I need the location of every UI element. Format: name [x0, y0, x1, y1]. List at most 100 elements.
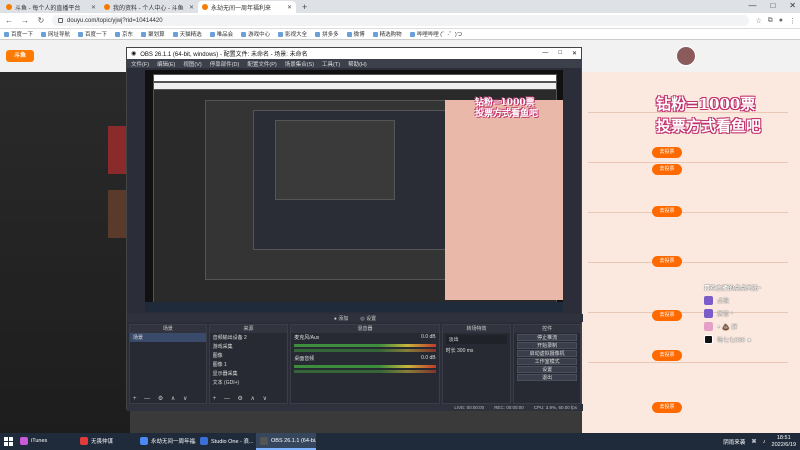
volume-meter: [294, 365, 436, 368]
bookmark-icon: [4, 31, 9, 37]
bookmark-icon: [372, 31, 378, 37]
source-item[interactable]: 音频输出设备 2: [210, 333, 288, 342]
menu-dots-icon[interactable]: ⋮: [789, 17, 796, 25]
new-tab-button[interactable]: +: [296, 2, 313, 13]
vote-button[interactable]: 去投票: [652, 402, 682, 413]
browser-tab-active[interactable]: 永劫无间一周年福利来 ✕: [198, 1, 296, 13]
scene-controls[interactable]: + — ⚙ ∧ ∨: [133, 395, 190, 402]
bookmark-item[interactable]: 聚划算: [141, 30, 165, 38]
settings-button[interactable]: ◎ 设置: [360, 315, 376, 322]
network-icon[interactable]: ⌘: [751, 439, 757, 445]
bookmark-item[interactable]: 网址导航: [41, 30, 70, 38]
virtual-camera-button[interactable]: 启动虚拟摄像机: [517, 350, 578, 357]
source-item[interactable]: 文本 (GDI+): [210, 378, 288, 387]
controls-dock: 控件 停止推流 开始录制 启动虚拟摄像机 工作室模式 设置 退出: [513, 324, 582, 404]
obs-close-button[interactable]: ✕: [572, 50, 577, 57]
source-item[interactable]: 游戏采集: [210, 342, 288, 351]
bookmark-item[interactable]: 京东: [115, 30, 133, 38]
taskbar-item[interactable]: iTunes: [16, 433, 76, 450]
browser-tab-bar: 斗鱼 - 每个人的直播平台 ✕ 我的资料 - 个人中心 - 斗鱼 ✕ 永劫无间一周年…: [0, 0, 800, 13]
windows-logo-icon: [3, 437, 13, 446]
bookmark-item[interactable]: 游戏中心: [241, 30, 270, 38]
bookmark-item[interactable]: 天猫精选: [172, 30, 202, 38]
bookmark-item[interactable]: 精选购物: [372, 30, 402, 38]
stop-streaming-button[interactable]: 停止推流: [517, 334, 578, 341]
bookmark-icon: [141, 31, 147, 37]
vote-button[interactable]: 去投票: [652, 256, 682, 267]
app-icon: [260, 436, 268, 445]
start-button[interactable]: [0, 433, 16, 450]
add-button[interactable]: ● 添加: [334, 315, 348, 322]
minimize-button[interactable]: —: [748, 1, 756, 10]
maximize-button[interactable]: □: [770, 1, 775, 10]
volume-icon[interactable]: ♪: [763, 439, 766, 445]
mixer-dock: 混音器 麦克风/Aux 0.0 dB 桌面音频 0.0 dB: [290, 324, 440, 404]
close-tab-icon[interactable]: ✕: [287, 4, 292, 11]
star-icon[interactable]: ☆: [755, 17, 761, 25]
bookmark-icon: [315, 31, 321, 37]
bookmark-item[interactable]: 唯品会: [209, 30, 233, 38]
bookmark-item[interactable]: 影视大全: [278, 30, 307, 38]
vote-button[interactable]: 去投票: [652, 164, 682, 175]
avatar[interactable]: [676, 46, 696, 66]
source-item[interactable]: 图像: [210, 351, 288, 360]
obs-minimize-button[interactable]: —: [542, 50, 548, 57]
douyu-favicon-icon: [6, 4, 12, 10]
obs-menu-item[interactable]: 文件(F): [131, 60, 149, 68]
exit-button[interactable]: 退出: [517, 374, 578, 381]
obs-menu-item[interactable]: 停靠部件(D): [210, 60, 240, 68]
bookmark-icon: [41, 31, 47, 37]
start-recording-button[interactable]: 开始录制: [517, 342, 578, 349]
browser-tab[interactable]: 斗鱼 - 每个人的直播平台 ✕: [2, 1, 100, 13]
back-arrow-icon[interactable]: ←: [4, 16, 14, 25]
source-item[interactable]: 图像 1: [210, 360, 288, 369]
obs-menu-item[interactable]: 帮助(H): [348, 60, 367, 68]
douyu-logo[interactable]: 斗鱼: [6, 50, 34, 62]
obs-menu-item[interactable]: 视图(V): [183, 60, 201, 68]
bookmark-item[interactable]: 拼多多: [315, 30, 339, 38]
obs-menu-item[interactable]: 配置文件(P): [247, 60, 276, 68]
bookmark-item[interactable]: 百度一下: [78, 30, 107, 38]
vote-button[interactable]: 去投票: [652, 350, 682, 361]
extensions-icon[interactable]: ⧉: [768, 17, 773, 25]
vote-button[interactable]: 去投票: [652, 310, 682, 321]
scene-item[interactable]: 场景: [130, 333, 206, 342]
controls-dock-title: 控件: [514, 325, 581, 333]
vote-button[interactable]: 去投票: [652, 147, 682, 158]
bookmark-item[interactable]: 微博: [346, 30, 365, 38]
close-tab-icon[interactable]: ✕: [189, 4, 194, 11]
bookmark-icon: [278, 31, 284, 37]
obs-menu-item[interactable]: 工具(T): [322, 60, 340, 68]
volume-slider[interactable]: [294, 370, 436, 373]
transition-select[interactable]: 淡出: [445, 335, 508, 344]
clock[interactable]: 18:51 2022/6/19: [772, 435, 796, 449]
source-item[interactable]: 显示器采集: [210, 369, 288, 378]
bookmark-item[interactable]: 哔哩哔哩 (゜-゜)つ: [409, 30, 462, 38]
reload-icon[interactable]: ↻: [36, 16, 46, 25]
obs-preview[interactable]: 钻粉=1000票 投票方式看鱼吧: [145, 70, 563, 312]
forward-arrow-icon[interactable]: →: [20, 16, 30, 25]
bookmark-item[interactable]: 百度一下: [4, 30, 33, 38]
taskbar-item[interactable]: 无畏仲谋: [76, 433, 136, 450]
studio-mode-button[interactable]: 工作室模式: [517, 358, 578, 365]
url-input[interactable]: douyu.com/topic/yjwj?rid=10414420: [52, 15, 750, 26]
shield-icon: [704, 309, 713, 318]
taskbar-item[interactable]: 永劫无间一周年福...: [136, 433, 196, 450]
profile-icon[interactable]: ●: [779, 17, 783, 25]
transition-duration[interactable]: 时长 300 ms: [443, 346, 511, 355]
weather-text[interactable]: 阴雨来袭: [723, 438, 745, 446]
close-tab-icon[interactable]: ✕: [91, 4, 96, 11]
vote-button[interactable]: 去投票: [652, 206, 682, 217]
taskbar-item[interactable]: OBS 26.1.1 (64-bi...: [256, 433, 316, 450]
obs-menu-item[interactable]: 编辑(E): [157, 60, 175, 68]
source-controls[interactable]: + — ⚙ ∧ ∨: [213, 395, 270, 402]
volume-slider[interactable]: [294, 349, 436, 352]
browser-tab[interactable]: 我的资料 - 个人中心 - 斗鱼 ✕: [100, 1, 198, 13]
obs-menu-item[interactable]: 场景集合(S): [285, 60, 314, 68]
obs-maximize-button[interactable]: □: [558, 50, 562, 57]
follow-widget: 喜欢主播的点点关注~ 点歌 房管 * + 💩 群 嗨七七030 ★: [704, 283, 800, 344]
obs-settings-button[interactable]: 设置: [517, 366, 578, 373]
taskbar-item[interactable]: Studio One - 浪...: [196, 433, 256, 450]
close-button[interactable]: ✕: [789, 1, 796, 10]
obs-title-bar: ◉ OBS 26.1.1 (64-bit, windows) - 配置文件: 未…: [127, 48, 581, 59]
